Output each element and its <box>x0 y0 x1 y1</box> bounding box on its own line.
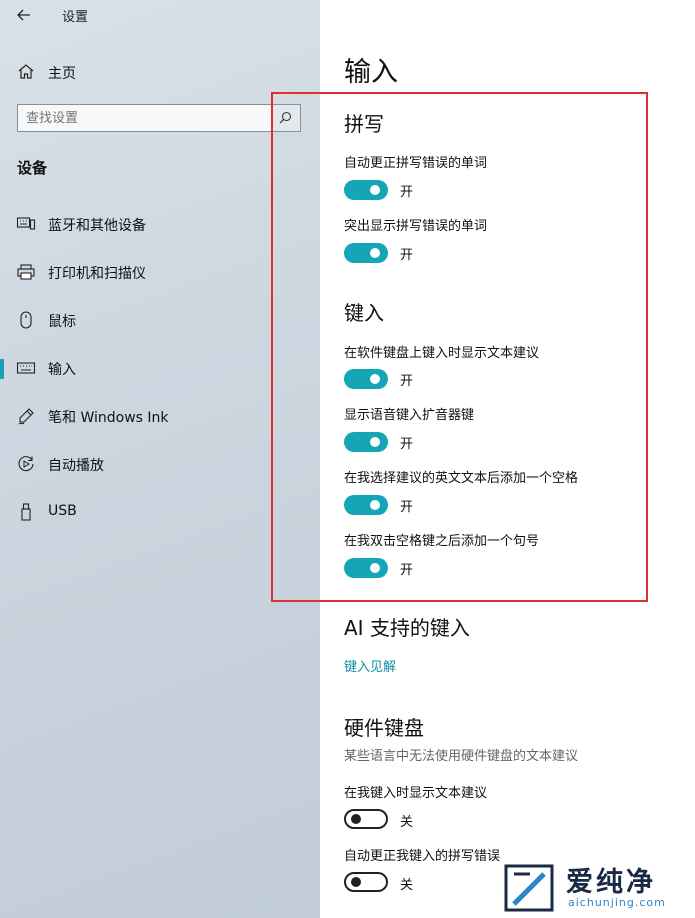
sidebar-item-autoplay[interactable]: 自动播放 <box>0 446 320 482</box>
toggle-knob <box>370 248 380 258</box>
add-space-toggle[interactable] <box>344 495 388 515</box>
toggle-state-label: 开 <box>400 374 414 389</box>
sidebar-item-home[interactable]: 主页 <box>0 54 320 90</box>
search-box <box>17 104 301 132</box>
watermark-text: 爱纯净 <box>566 867 656 898</box>
hardware-autocorrect-toggle[interactable] <box>344 872 388 892</box>
typing-insights-link[interactable]: 键入见解 <box>344 656 396 675</box>
autocorrect-misspelled-toggle[interactable] <box>344 180 388 200</box>
bluetooth-devices-icon <box>16 214 36 234</box>
soft-keyboard-suggestions-toggle[interactable] <box>344 369 388 389</box>
search-icon[interactable] <box>271 105 300 131</box>
toggle-state-label: 开 <box>400 185 414 200</box>
toggle-knob <box>370 563 380 573</box>
sidebar-item-pen[interactable]: 笔和 Windows Ink <box>0 398 320 434</box>
voice-typing-key-toggle[interactable] <box>344 432 388 452</box>
sidebar-item-label: 主页 <box>48 66 76 82</box>
double-space-period-toggle[interactable] <box>344 558 388 578</box>
pen-icon <box>16 406 36 426</box>
toggle-state-label: 开 <box>400 500 414 515</box>
highlight-misspelled-toggle[interactable] <box>344 243 388 263</box>
toggle-knob <box>370 500 380 510</box>
sidebar: 设置 主页 设备 <box>0 0 320 918</box>
toggle-state-label: 开 <box>400 437 414 452</box>
usb-icon <box>16 502 36 522</box>
home-icon <box>16 62 36 82</box>
active-indicator <box>0 359 4 379</box>
sidebar-item-label: 鼠标 <box>48 314 76 330</box>
toggle-state-label: 关 <box>400 815 414 830</box>
hardware-suggestions-toggle[interactable] <box>344 809 388 829</box>
app-title: 设置 <box>62 10 89 25</box>
hardware-keyboard-description: 某些语言中无法使用硬件键盘的文本建议 <box>344 749 579 764</box>
page-title: 输入 <box>344 57 398 88</box>
sidebar-item-label: 笔和 Windows Ink <box>48 410 169 426</box>
settings-window: 设置 主页 设备 <box>0 0 695 918</box>
sidebar-item-usb[interactable]: USB <box>0 494 320 530</box>
sidebar-item-label: 输入 <box>48 362 76 378</box>
watermark-logo-icon <box>500 860 558 916</box>
autoplay-icon <box>16 454 36 474</box>
double-space-period-label: 在我双击空格键之后添加一个句号 <box>344 534 540 549</box>
sidebar-item-label: 蓝牙和其他设备 <box>48 218 146 234</box>
toggle-state-label: 关 <box>400 878 414 893</box>
sidebar-item-label: 自动播放 <box>48 458 104 474</box>
ai-typing-group-title: AI 支持的键入 <box>344 616 470 640</box>
toggle-knob <box>370 374 380 384</box>
hardware-autocorrect-label: 自动更正我键入的拼写错误 <box>344 849 501 864</box>
typing-group-title: 键入 <box>344 301 384 325</box>
toggle-knob <box>370 185 380 195</box>
spelling-group-title: 拼写 <box>344 112 384 136</box>
watermark-subtext: aichunjing.com <box>568 896 666 909</box>
toggle-knob <box>351 814 361 824</box>
sidebar-item-mouse[interactable]: 鼠标 <box>0 302 320 338</box>
sidebar-item-bluetooth[interactable]: 蓝牙和其他设备 <box>0 206 320 242</box>
mouse-icon <box>16 310 36 330</box>
hardware-suggestions-label: 在我键入时显示文本建议 <box>344 786 488 801</box>
voice-typing-key-label: 显示语音键入扩音器键 <box>344 408 475 423</box>
sidebar-section-heading: 设备 <box>17 159 48 177</box>
toggle-knob <box>370 437 380 447</box>
sidebar-item-printers[interactable]: 打印机和扫描仪 <box>0 254 320 290</box>
back-button[interactable] <box>12 4 36 26</box>
main-content: 输入 拼写 自动更正拼写错误的单词 开 突出显示拼写错误的单词 开 键入 在软件… <box>320 0 695 918</box>
add-space-label: 在我选择建议的英文文本后添加一个空格 <box>344 471 579 486</box>
sidebar-item-typing[interactable]: 输入 <box>0 350 320 386</box>
search-input[interactable] <box>26 108 266 128</box>
back-arrow-icon <box>17 9 30 21</box>
highlight-misspelled-label: 突出显示拼写错误的单词 <box>344 219 488 234</box>
toggle-knob <box>351 877 361 887</box>
printer-icon <box>16 262 36 282</box>
title-bar: 设置 <box>0 0 320 30</box>
sidebar-item-label: USB <box>48 503 77 519</box>
hardware-keyboard-group-title: 硬件键盘 <box>344 716 424 740</box>
watermark: 爱纯净 aichunjing.com <box>500 860 690 916</box>
autocorrect-misspelled-label: 自动更正拼写错误的单词 <box>344 156 488 171</box>
toggle-state-label: 开 <box>400 248 414 263</box>
sidebar-item-label: 打印机和扫描仪 <box>48 266 146 282</box>
toggle-state-label: 开 <box>400 563 414 578</box>
keyboard-icon <box>16 358 36 378</box>
soft-keyboard-suggestions-label: 在软件键盘上键入时显示文本建议 <box>344 346 540 361</box>
